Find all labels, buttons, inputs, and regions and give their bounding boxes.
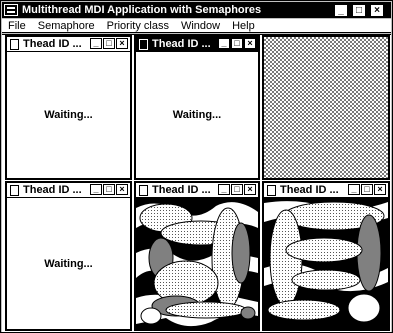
menu-bar: File Semaphore Priority class Window Hel… [2,19,391,33]
child-titlebar[interactable]: Thead ID ... _ □ × [7,37,130,52]
child-body: Waiting... [7,198,130,329]
child-title: Thead ID ... [280,184,339,196]
child-window-1[interactable]: Thead ID ... _ □ × Waiting... [5,35,132,180]
child-maximize-button[interactable]: □ [361,184,373,195]
drawing-canvas [264,198,388,329]
app-window: Multithread MDI Application with Semapho… [0,0,393,333]
menu-help[interactable]: Help [232,20,255,32]
child-window-4[interactable]: Thead ID ... _ □ × [134,181,260,331]
child-maximize-button[interactable]: □ [231,38,243,49]
maximize-button[interactable]: □ [352,4,366,17]
child-window-5[interactable]: Thead ID ... _ □ × [262,181,390,331]
app-title: Multithread MDI Application with Semapho… [22,4,262,16]
random-ellipses-drawing [264,198,388,329]
random-ellipses-drawing [136,198,258,329]
child-titlebar[interactable]: Thead ID ... _ □ × [136,183,258,198]
child-minimize-button[interactable]: _ [218,184,230,195]
child-titlebar[interactable]: Thead ID ... _ □ × [136,37,258,52]
child-maximize-button[interactable]: □ [231,184,243,195]
document-icon [10,184,19,196]
child-close-button[interactable]: × [116,38,128,49]
child-close-button[interactable]: × [244,38,256,49]
child-title: Thead ID ... [152,38,211,50]
menu-file[interactable]: File [8,20,26,32]
document-icon [139,38,148,50]
child-window-3[interactable]: Thead ID ... _ □ × Waiting... [5,181,132,331]
child-body: Waiting... [7,52,130,178]
child-close-button[interactable]: × [374,184,386,195]
close-button[interactable]: × [370,4,384,17]
app-icon[interactable] [4,4,18,16]
child-titlebar[interactable]: Thead ID ... _ □ × [264,183,388,198]
child-maximize-button[interactable]: □ [103,184,115,195]
child-close-button[interactable]: × [116,184,128,195]
child-minimize-button[interactable]: _ [348,184,360,195]
child-close-button[interactable]: × [244,184,256,195]
child-window-2[interactable]: Thead ID ... _ □ × Waiting... [134,35,260,180]
child-minimize-button[interactable]: _ [90,38,102,49]
minimize-button[interactable]: _ [334,4,348,17]
child-title: Thead ID ... [23,38,82,50]
menu-window[interactable]: Window [181,20,220,32]
document-icon [10,38,19,50]
document-icon [267,184,276,196]
child-body: Waiting... [136,52,258,178]
document-icon [139,184,148,196]
status-text: Waiting... [172,109,222,121]
child-titlebar[interactable]: Thead ID ... _ □ × [7,183,130,198]
drawing-canvas [136,198,258,329]
status-text: Waiting... [44,109,93,121]
child-maximize-button[interactable]: □ [103,38,115,49]
mdi-background-pattern [262,35,390,180]
child-title: Thead ID ... [152,184,211,196]
mdi-client-area: Thead ID ... _ □ × Waiting... Thead ID .… [2,34,391,332]
child-title: Thead ID ... [23,184,82,196]
status-text: Waiting... [44,257,93,270]
menu-priority-class[interactable]: Priority class [107,20,169,32]
app-titlebar[interactable]: Multithread MDI Application with Semapho… [2,2,391,18]
menu-semaphore[interactable]: Semaphore [38,20,95,32]
child-minimize-button[interactable]: _ [90,184,102,195]
child-minimize-button[interactable]: _ [218,38,230,49]
